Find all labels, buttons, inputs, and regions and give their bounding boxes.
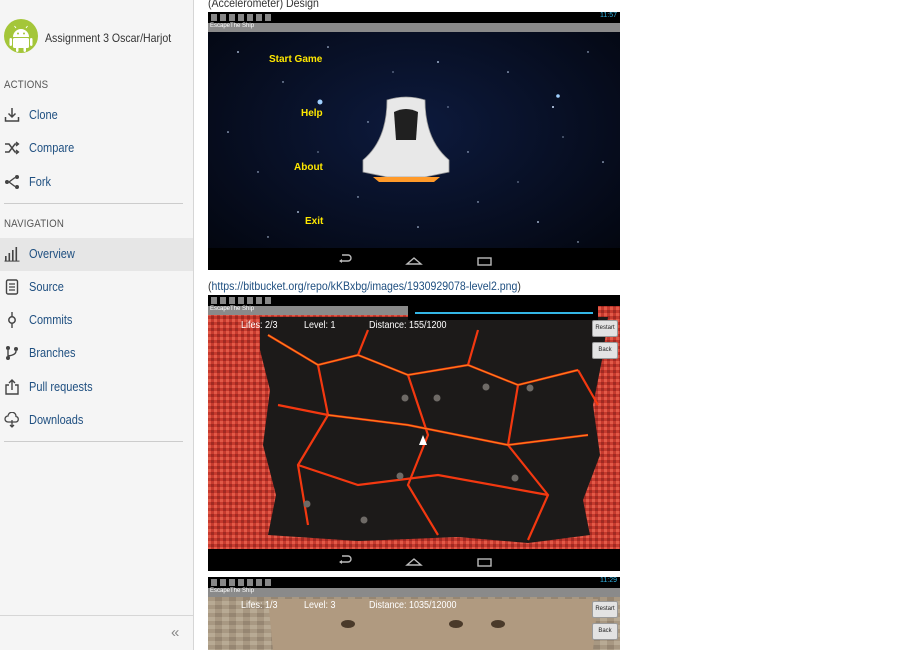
- document-icon: [5, 279, 19, 295]
- repo-header[interactable]: Assignment 3 Oscar/Harjot: [0, 9, 193, 65]
- download-icon: [4, 108, 20, 122]
- image-link[interactable]: https://bitbucket.org/repo/kKBxbg/images…: [212, 279, 518, 293]
- sidebar-item-label: Source: [29, 280, 64, 294]
- status-bar: 11:29: [208, 577, 620, 588]
- status-icons: [211, 297, 271, 304]
- sidebar-item-label: Pull requests: [29, 380, 93, 394]
- fork-icon: [5, 175, 19, 189]
- app-title: EscapeThe Ship: [210, 23, 255, 29]
- android-nav-bar: [208, 248, 620, 270]
- app-title: EscapeThe Ship: [210, 588, 255, 594]
- sidebar-footer-divider: [0, 615, 193, 616]
- progress-line: [415, 312, 593, 314]
- hud-distance: Distance: 1035/12000: [369, 600, 457, 611]
- menu-about: About: [294, 162, 323, 173]
- space-background: [208, 12, 620, 270]
- image-caption: (https://bitbucket.org/repo/kKBxbg/image…: [208, 279, 521, 293]
- menu-help: Help: [301, 108, 323, 119]
- menu-exit: Exit: [305, 216, 324, 227]
- status-bar: 11:57: [208, 12, 620, 23]
- sidebar-item-pull-requests[interactable]: Pull requests: [0, 371, 193, 404]
- sidebar-item-fork[interactable]: Fork: [0, 166, 193, 199]
- cloud-download-icon: [4, 412, 19, 428]
- actions-heading: ACTIONS: [4, 79, 49, 91]
- sidebar-item-overview[interactable]: Overview: [0, 238, 193, 271]
- lava-background: [208, 295, 620, 571]
- navigation-heading: NAVIGATION: [4, 218, 65, 230]
- hud-level: Level: 1: [304, 320, 336, 331]
- commit-icon: [8, 312, 16, 328]
- sidebar-item-label: Fork: [29, 175, 51, 189]
- status-time: 11:57: [600, 12, 617, 19]
- screenshot-level-3: 11:29 EscapeThe Ship Lifes: 1/3 Level: 3…: [208, 577, 620, 650]
- sidebar-item-label: Overview: [29, 247, 75, 261]
- collapse-sidebar-button[interactable]: «: [171, 624, 179, 641]
- bar-chart-icon: [4, 247, 20, 262]
- hud-distance: Distance: 155/1200: [369, 320, 447, 331]
- branch-icon: [6, 346, 18, 360]
- sidebar-item-label: Branches: [29, 346, 76, 360]
- sidebar-item-source[interactable]: Source: [0, 271, 193, 304]
- app-title-bar: EscapeThe Ship: [208, 23, 620, 32]
- sidebar: Assignment 3 Oscar/Harjot ACTIONS Clone …: [0, 0, 194, 650]
- shuffle-icon: [5, 141, 20, 155]
- share-icon: [5, 379, 19, 395]
- back-button: Back: [592, 623, 618, 640]
- image-caption: (Accelerometer) Design: [208, 0, 319, 10]
- status-time: 11:29: [600, 577, 617, 584]
- progress-track: [408, 306, 598, 320]
- sidebar-item-compare[interactable]: Compare: [0, 132, 193, 165]
- android-icon: [4, 19, 38, 53]
- sidebar-item-branches[interactable]: Branches: [0, 337, 193, 370]
- hud-lifes: Lifes: 2/3: [241, 320, 278, 331]
- android-nav-bar: [208, 549, 620, 571]
- menu-start-game: Start Game: [269, 54, 323, 65]
- sidebar-item-commits[interactable]: Commits: [0, 304, 193, 337]
- android-nav-buttons: [339, 555, 492, 567]
- app-title-bar: EscapeThe Ship: [208, 306, 408, 315]
- screenshot-main-menu: 11:57 EscapeThe Ship Start Game Help Abo…: [208, 12, 620, 270]
- screenshot-level-2: EscapeThe Ship Lifes: 2/3 Level: 1 Dista…: [208, 295, 620, 571]
- hud-level: Level: 3: [304, 600, 336, 611]
- back-button: Back: [592, 342, 618, 359]
- status-icons: [211, 14, 271, 21]
- app-title: EscapeThe Ship: [210, 306, 255, 312]
- sidebar-divider: [4, 441, 183, 442]
- app-title-bar: EscapeThe Ship: [208, 588, 620, 597]
- repo-name[interactable]: Assignment 3 Oscar/Harjot: [45, 31, 171, 45]
- restart-button: Restart: [592, 320, 618, 337]
- sidebar-item-label: Clone: [29, 108, 58, 122]
- status-icons: [211, 579, 271, 586]
- hud-lifes: Lifes: 1/3: [241, 600, 278, 611]
- sidebar-divider: [4, 203, 183, 204]
- sidebar-item-label: Commits: [29, 313, 73, 327]
- android-nav-buttons: [339, 254, 492, 266]
- restart-button: Restart: [592, 601, 618, 618]
- sidebar-item-label: Compare: [29, 141, 75, 155]
- sidebar-item-clone[interactable]: Clone: [0, 99, 193, 132]
- status-bar: [208, 295, 620, 306]
- sidebar-item-label: Downloads: [29, 413, 84, 427]
- sidebar-item-downloads[interactable]: Downloads: [0, 404, 193, 437]
